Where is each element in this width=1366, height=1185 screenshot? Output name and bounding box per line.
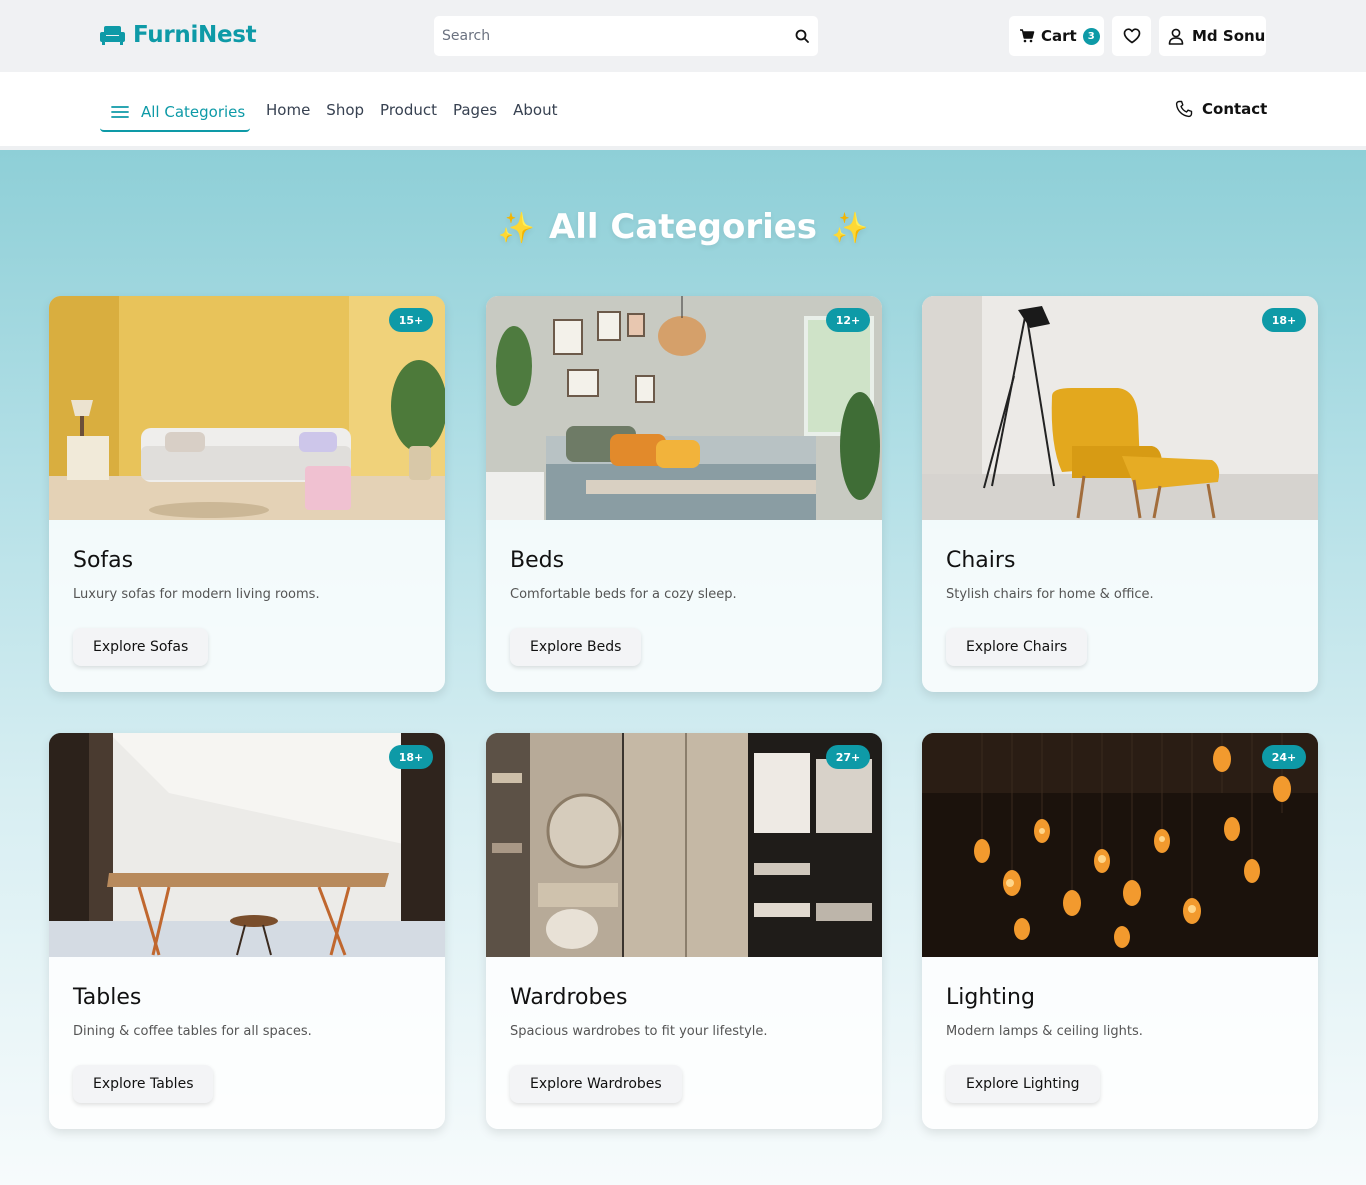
search-icon: [795, 29, 809, 43]
wardrobes-image: 27+: [486, 733, 882, 957]
wardrobes-photo: [486, 733, 882, 957]
user-account-button[interactable]: Md Sonu: [1159, 16, 1266, 56]
chairs-photo: [922, 296, 1318, 520]
cart-count-badge: 3: [1082, 27, 1100, 45]
card-title: Wardrobes: [510, 985, 628, 1010]
nav-link-about[interactable]: About: [513, 101, 557, 119]
cart-button[interactable]: Cart 3: [1009, 16, 1104, 56]
phone-icon: [1175, 100, 1193, 118]
card-description: Comfortable beds for a cozy sleep.: [510, 587, 737, 602]
contact-label: Contact: [1202, 100, 1268, 118]
item-count-badge: 18+: [389, 745, 433, 769]
menu-icon: [111, 106, 129, 118]
explore-beds-button[interactable]: Explore Beds: [510, 628, 642, 666]
category-card-chairs[interactable]: 18+ Chairs Stylish chairs for home & off…: [922, 296, 1318, 692]
card-description: Luxury sofas for modern living rooms.: [73, 587, 320, 602]
item-count-badge: 27+: [826, 745, 870, 769]
category-card-wardrobes[interactable]: 27+ Wardrobes Spacious wardrobes to fit …: [486, 733, 882, 1129]
item-count-badge: 24+: [1262, 745, 1306, 769]
search-button[interactable]: [786, 16, 818, 56]
item-count-badge: 18+: [1262, 308, 1306, 332]
card-description: Stylish chairs for home & office.: [946, 587, 1154, 602]
item-count-badge: 15+: [389, 308, 433, 332]
explore-wardrobes-button[interactable]: Explore Wardrobes: [510, 1065, 682, 1103]
search-input[interactable]: [434, 16, 786, 56]
beds-image: 12+: [486, 296, 882, 520]
section-title: All Categories: [548, 207, 818, 247]
logo[interactable]: FurniNest: [100, 22, 257, 48]
top-header: FurniNest Cart 3 Md Sonu: [0, 0, 1366, 72]
nav-link-home[interactable]: Home: [266, 101, 310, 119]
sofas-image: 15+: [49, 296, 445, 520]
categories-section: ✨ All Categories ✨ 15+ Sofas Luxury sofa…: [0, 150, 1366, 1185]
navigation-bar: All Categories Home Shop Product Pages A…: [0, 72, 1366, 150]
category-card-sofas[interactable]: 15+ Sofas Luxury sofas for modern living…: [49, 296, 445, 692]
sofas-photo: [49, 296, 445, 520]
card-title: Sofas: [73, 548, 134, 573]
explore-chairs-button[interactable]: Explore Chairs: [946, 628, 1088, 666]
user-icon: [1168, 28, 1184, 45]
nav-link-product[interactable]: Product: [380, 101, 437, 119]
lighting-image: 24+: [922, 733, 1318, 957]
category-card-beds[interactable]: 12+ Beds Comfortable beds for a cozy sle…: [486, 296, 882, 692]
all-categories-button[interactable]: All Categories: [100, 94, 250, 132]
tables-photo: [49, 733, 445, 957]
cart-icon: [1020, 29, 1035, 43]
category-card-lighting[interactable]: 24+ Lighting Modern lamps & ceiling ligh…: [922, 733, 1318, 1129]
sparkles-icon: ✨: [497, 211, 535, 246]
section-title-row: ✨ All Categories ✨: [0, 207, 1366, 247]
card-title: Lighting: [946, 985, 1035, 1010]
contact-link[interactable]: Contact: [1175, 100, 1267, 118]
card-description: Spacious wardrobes to fit your lifestyle…: [510, 1024, 768, 1039]
all-categories-label: All Categories: [141, 103, 246, 121]
card-title: Beds: [510, 548, 565, 573]
beds-photo: [486, 296, 882, 520]
item-count-badge: 12+: [826, 308, 870, 332]
lighting-photo: [922, 733, 1318, 957]
explore-sofas-button[interactable]: Explore Sofas: [73, 628, 209, 666]
sofa-logo-icon: [100, 26, 125, 45]
card-title: Tables: [73, 985, 142, 1010]
category-card-tables[interactable]: 18+ Tables Dining & coffee tables for al…: [49, 733, 445, 1129]
card-title: Chairs: [946, 548, 1016, 573]
nav-link-shop[interactable]: Shop: [326, 101, 364, 119]
nav-links: Home Shop Product Pages About: [266, 101, 557, 119]
sparkles-icon: ✨: [831, 211, 869, 246]
card-description: Dining & coffee tables for all spaces.: [73, 1024, 312, 1039]
user-name: Md Sonu: [1192, 27, 1266, 45]
wishlist-button[interactable]: [1112, 16, 1151, 56]
search-bar: [434, 16, 818, 56]
explore-tables-button[interactable]: Explore Tables: [73, 1065, 214, 1103]
explore-lighting-button[interactable]: Explore Lighting: [946, 1065, 1100, 1103]
chairs-image: 18+: [922, 296, 1318, 520]
nav-link-pages[interactable]: Pages: [453, 101, 497, 119]
tables-image: 18+: [49, 733, 445, 957]
logo-text: FurniNest: [133, 22, 257, 48]
heart-icon: [1123, 28, 1140, 44]
card-description: Modern lamps & ceiling lights.: [946, 1024, 1143, 1039]
cart-label: Cart: [1041, 27, 1077, 45]
